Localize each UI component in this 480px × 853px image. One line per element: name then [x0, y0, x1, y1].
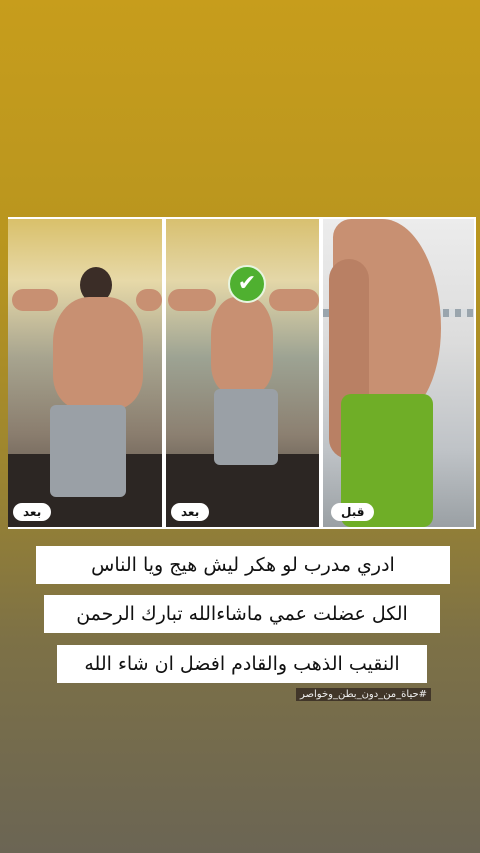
- person-torso: [53, 297, 143, 409]
- hashtag-sticker[interactable]: #حياة_من_دون_بطن_وخواصر: [296, 688, 432, 701]
- photo-label-before: قبل: [331, 503, 375, 521]
- caption-line-1: ادري مدرب لو هكر ليش هيج ويا الناس: [36, 546, 450, 584]
- person-left-arm: [12, 289, 58, 311]
- caption-line-2: الكل عضلت عمي ماشاءالله تبارك الرحمن: [44, 595, 440, 633]
- photo-after-front[interactable]: ✔ بعد: [166, 219, 319, 527]
- photo-label-after: بعد: [171, 503, 210, 521]
- person-right-arm: [136, 289, 162, 311]
- person-right-arm: [269, 289, 319, 311]
- photo-before-side[interactable]: قبل: [323, 219, 474, 527]
- checkmark-icon: ✔: [228, 265, 266, 303]
- caption-line-3: النقيب الذهب والقادم افضل ان شاء الله: [57, 645, 427, 683]
- before-after-collage: بعد ✔ بعد قبل: [8, 217, 476, 529]
- person-shorts: [50, 405, 126, 497]
- photo-after-back[interactable]: بعد: [8, 219, 162, 527]
- person-torso: [211, 297, 273, 393]
- person-shorts: [214, 389, 278, 465]
- person-left-arm: [168, 289, 216, 311]
- photo-label-after: بعد: [13, 503, 52, 521]
